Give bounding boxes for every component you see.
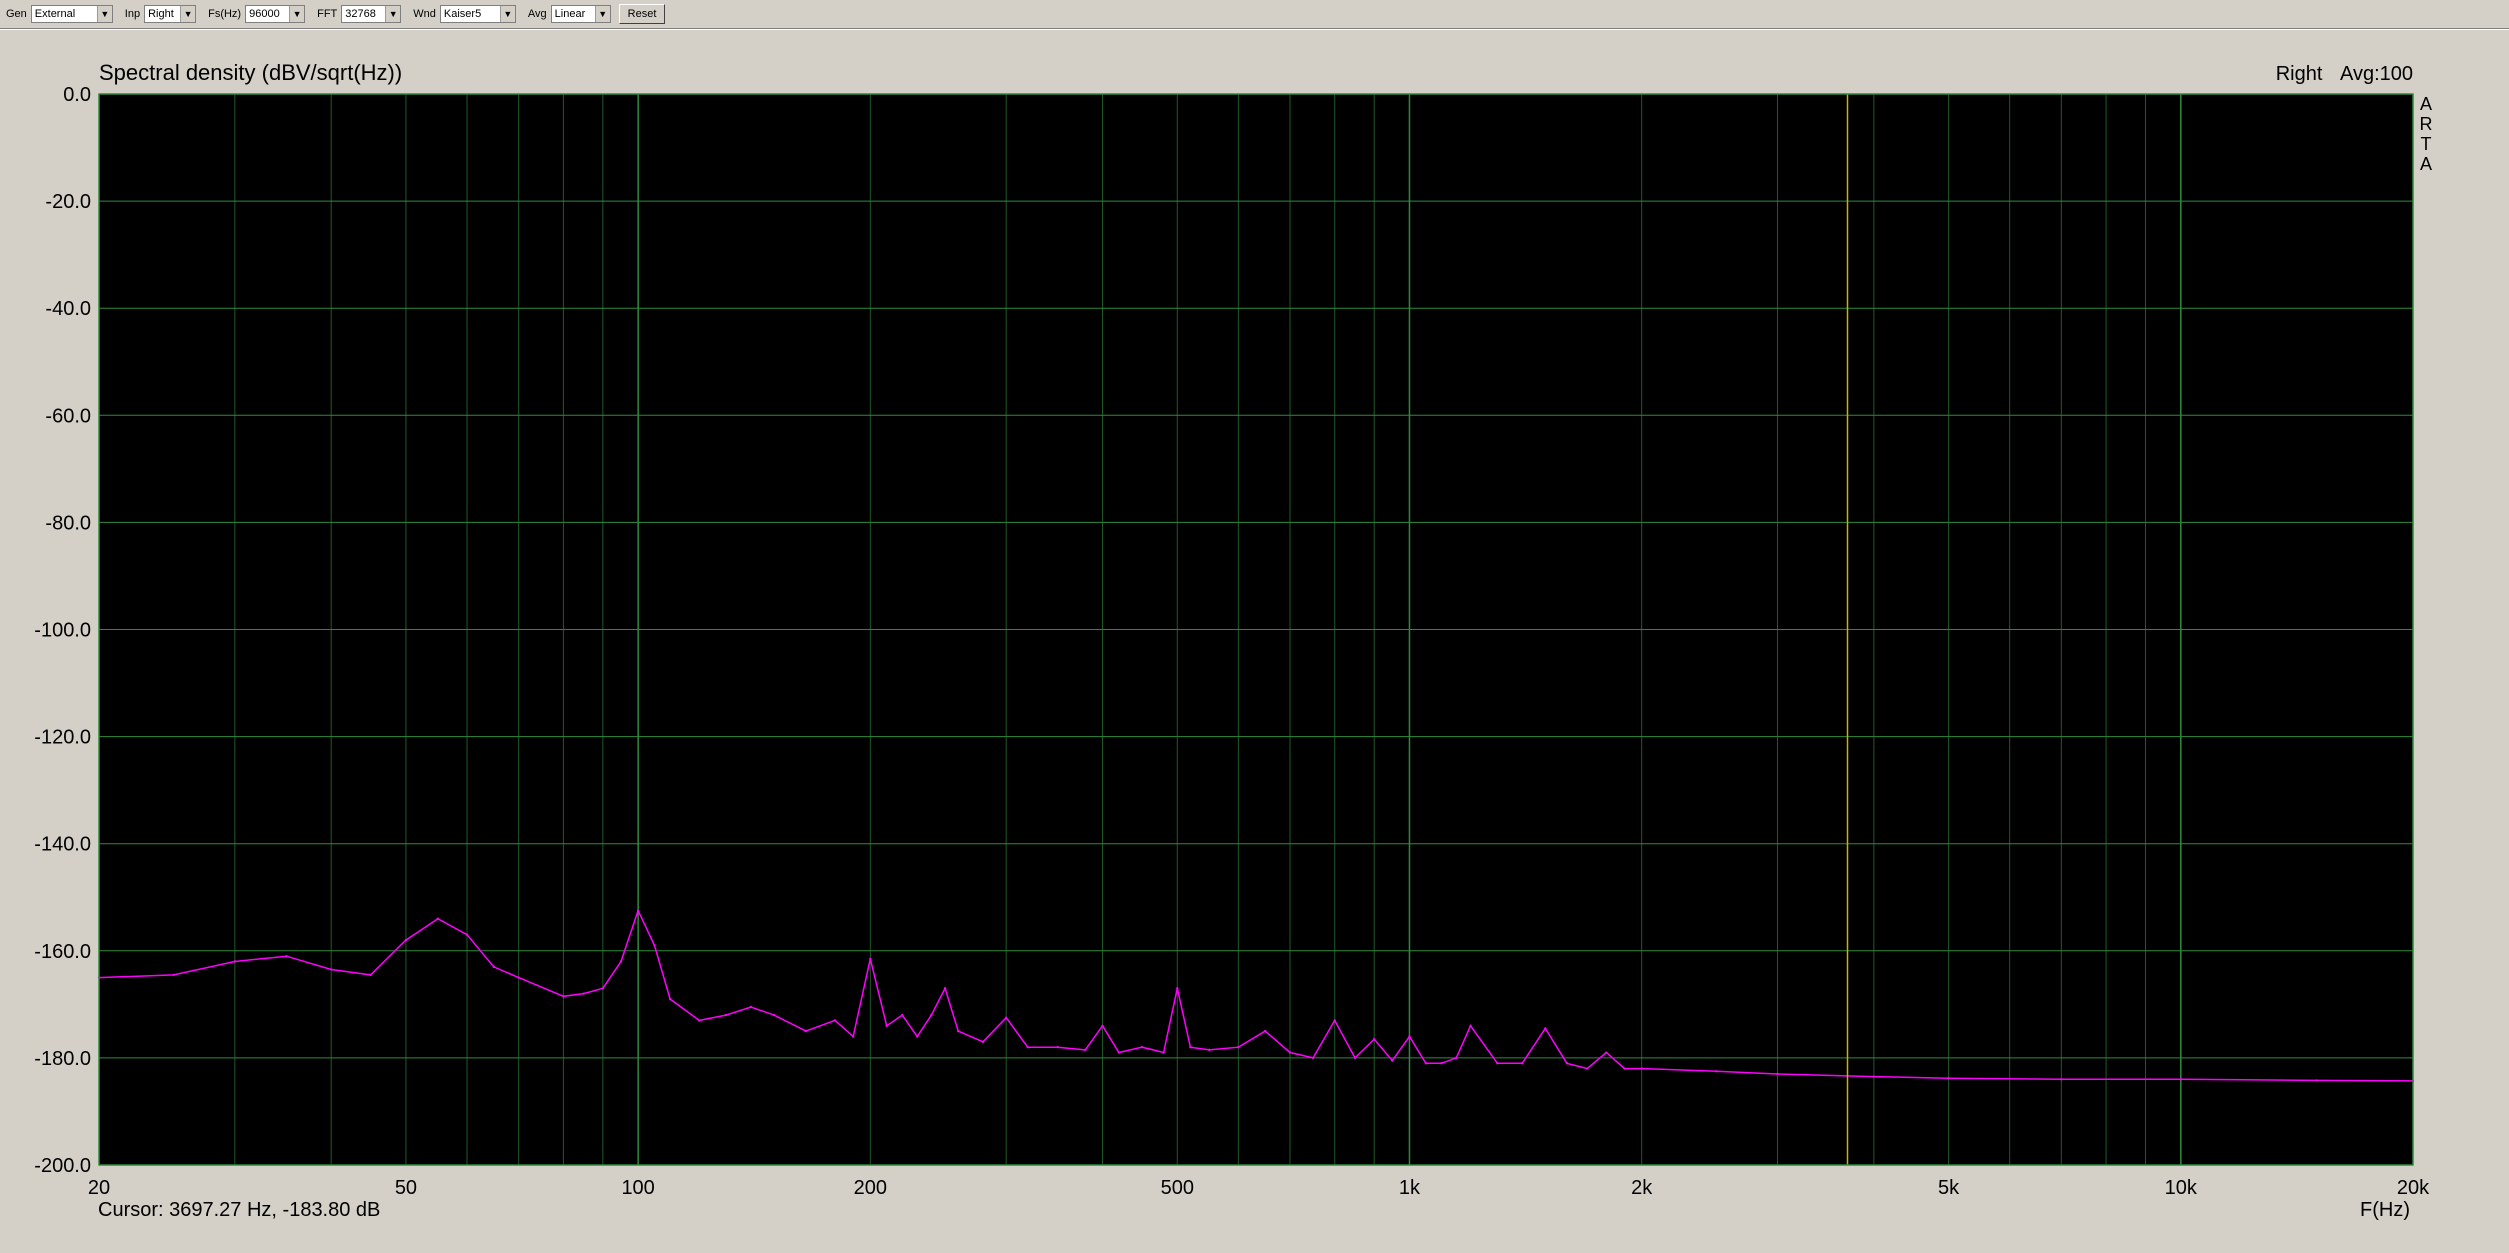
spectrum-point	[1424, 1062, 1428, 1065]
spectrum-point	[1372, 1037, 1376, 1041]
spectrum-point	[1623, 1067, 1626, 1070]
spectrum-point	[1101, 1024, 1104, 1027]
spectrum-point	[1544, 1027, 1547, 1030]
spectrum-point	[1189, 1045, 1192, 1049]
x-tick-label: 20	[88, 1177, 110, 1199]
y-tick-label: -100.0	[34, 620, 91, 642]
cursor-readout: Cursor: 3697.27 Hz, -183.80 dB	[98, 1199, 381, 1221]
spectrum-point	[172, 973, 175, 977]
x-tick-label: 10k	[2165, 1177, 2198, 1199]
spectrum-point	[869, 957, 872, 961]
spectrum-point	[804, 1029, 808, 1033]
spectrum-point	[1469, 1024, 1472, 1027]
spectrum-point	[1947, 1077, 1950, 1080]
spectrum-point	[1408, 1035, 1411, 1038]
x-tick-label: 500	[1161, 1177, 1194, 1199]
spectrum-chart[interactable]: 0.0 -20.0 -40.0 -60.0 -80.0 -100.0 -120.0 -140.…	[0, 0, 2509, 1253]
spectrum-point	[1640, 1067, 1643, 1070]
y-tick-label: -180.0	[34, 1048, 91, 1070]
spectrum-point	[1586, 1067, 1589, 1070]
y-tick-label: -60.0	[45, 405, 91, 427]
spectrum-point	[1391, 1059, 1394, 1062]
spectrum-point	[436, 917, 440, 920]
spectrum-point	[2179, 1078, 2183, 1081]
spectrum-point	[851, 1035, 855, 1038]
spectrum-point	[1237, 1045, 1240, 1049]
spectrum-point	[1715, 1070, 1718, 1073]
spectrum-point	[1776, 1072, 1779, 1076]
spectrum-point	[2315, 1079, 2318, 1082]
x-axis-label: F(Hz)	[2360, 1199, 2410, 1221]
y-tick-label: -20.0	[45, 191, 91, 213]
spectrum-point	[1440, 1062, 1443, 1065]
x-tick-label: 200	[854, 1177, 887, 1199]
spectrum-point	[1208, 1048, 1211, 1052]
spectrum-point	[601, 987, 605, 990]
spectrum-point	[653, 944, 656, 947]
spectrum-point	[404, 938, 408, 942]
spectrum-point	[369, 973, 372, 977]
spectrum-point	[749, 1005, 753, 1009]
spectrum-point	[1496, 1062, 1499, 1065]
spectrum-point	[698, 1019, 701, 1022]
spectrum-point	[1311, 1056, 1315, 1060]
spectrum-point	[1565, 1062, 1569, 1065]
spectrum-point	[636, 909, 640, 912]
spectrum-point	[1605, 1051, 1608, 1054]
spectrum-point	[668, 997, 672, 1001]
spectrum-point	[915, 1035, 919, 1038]
spectrum-point	[1455, 1056, 1458, 1060]
x-tick-label: 100	[621, 1177, 654, 1199]
x-tick-label: 2k	[1631, 1177, 1653, 1199]
spectrum-point	[1140, 1045, 1144, 1049]
spectrum-point	[1117, 1051, 1121, 1054]
spectrum-point	[1084, 1048, 1087, 1052]
spectrum-point	[2060, 1078, 2063, 1081]
y-tick-label: -80.0	[45, 512, 91, 534]
spectrum-point	[1004, 1016, 1008, 1019]
spectrum-point	[981, 1040, 985, 1044]
x-tick-label: 5k	[1938, 1177, 1960, 1199]
spectrum-point	[885, 1024, 888, 1027]
spectrum-point	[619, 960, 623, 963]
spectrum-point	[465, 933, 469, 936]
spectrum-point	[1162, 1051, 1165, 1054]
spectrum-point	[1263, 1029, 1267, 1033]
x-tick-label: 20k	[2397, 1177, 2430, 1199]
x-tick-label: 50	[395, 1177, 417, 1199]
spectrum-point	[943, 987, 947, 990]
spectrum-point	[1176, 987, 1179, 990]
spectrum-point	[1353, 1056, 1357, 1060]
y-tick-label: -200.0	[34, 1155, 91, 1177]
y-tick-label: -40.0	[45, 298, 91, 320]
spectrum-point	[724, 1013, 728, 1017]
spectrum-point	[1056, 1045, 1059, 1049]
y-tick-label: -140.0	[34, 834, 91, 856]
spectrum-point	[285, 954, 288, 958]
spectrum-point	[930, 1013, 933, 1017]
spectrum-point	[1026, 1045, 1029, 1049]
spectrum-point	[562, 995, 565, 998]
spectrum-point	[957, 1029, 960, 1033]
spectrum-point	[901, 1013, 904, 1017]
spectrum-point	[233, 960, 237, 963]
spectrum-point	[1872, 1075, 1876, 1078]
spectrum-point	[1333, 1019, 1336, 1022]
spectrum-point	[1288, 1051, 1292, 1054]
spectrum-point	[1520, 1062, 1524, 1065]
spectrum-point	[517, 976, 520, 979]
y-tick-label: 0.0	[63, 84, 91, 106]
x-tick-label: 1k	[1399, 1177, 1421, 1199]
y-tick-label: -160.0	[34, 941, 91, 963]
spectrum-point	[772, 1013, 776, 1017]
spectrum-point	[492, 965, 496, 969]
spectrum-point	[582, 992, 585, 995]
spectrum-point	[833, 1019, 837, 1022]
y-tick-label: -120.0	[34, 727, 91, 749]
spectrum-point	[329, 968, 333, 971]
